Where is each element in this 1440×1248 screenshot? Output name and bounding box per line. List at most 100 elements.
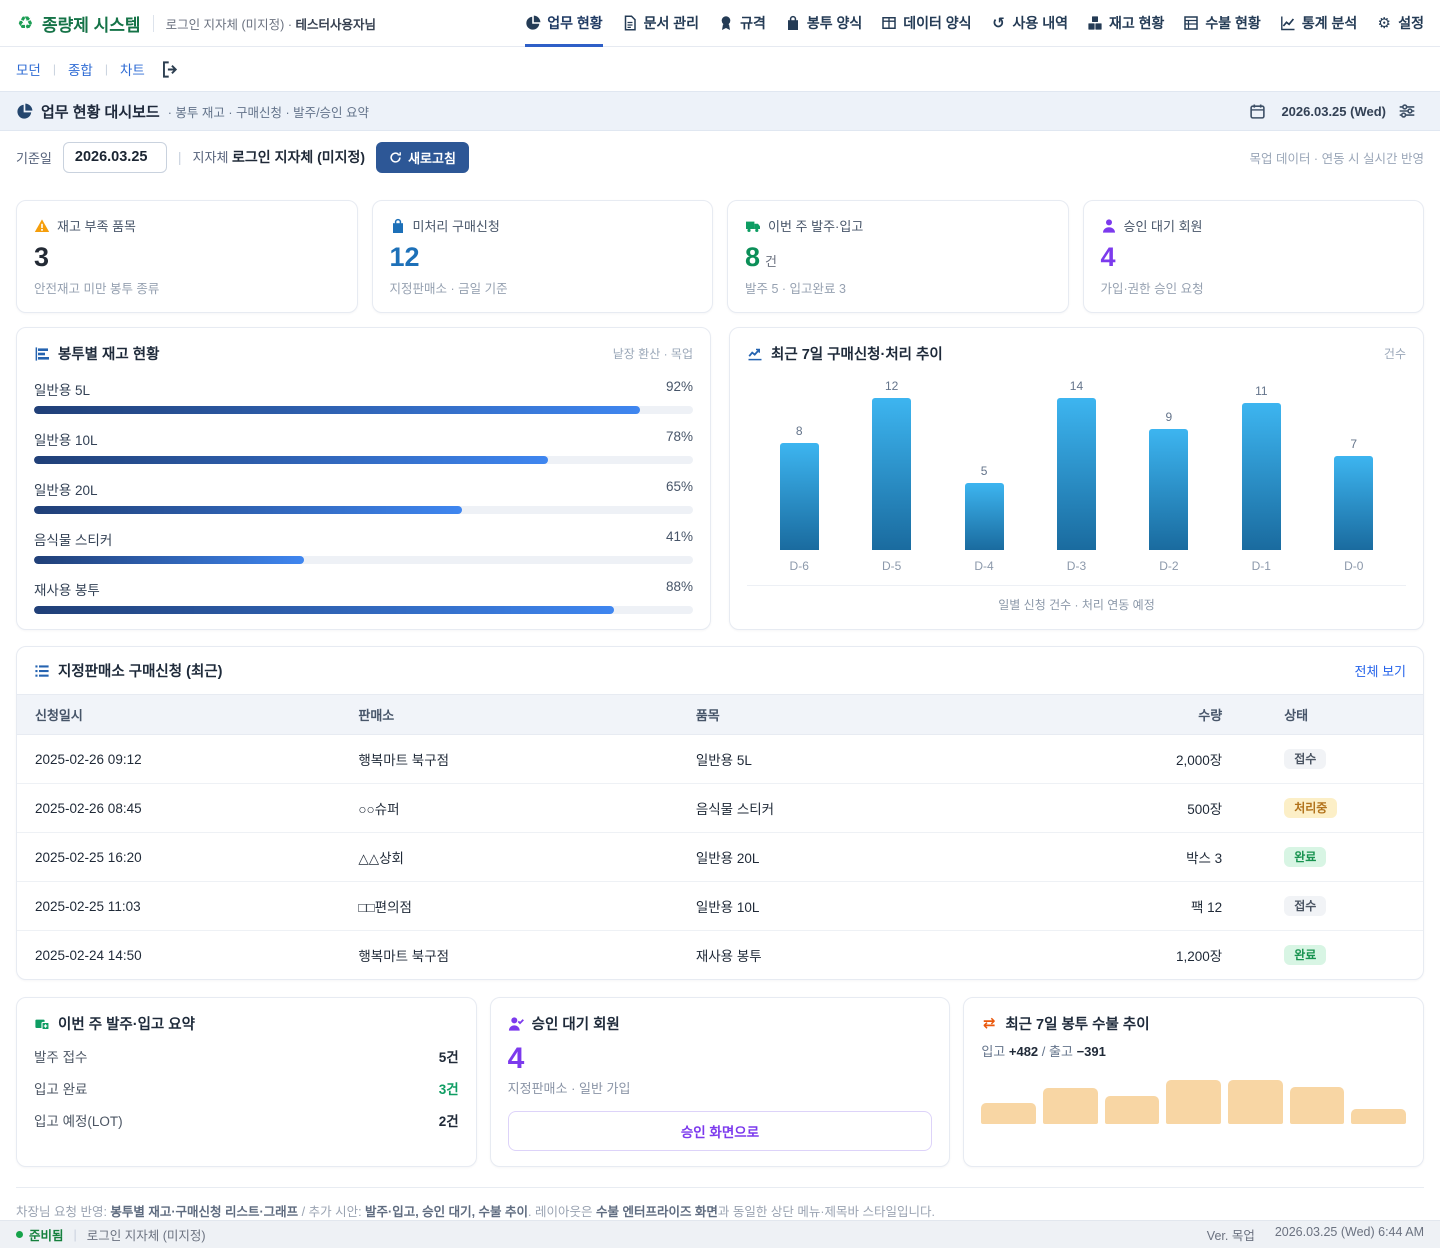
nav-item-label: 사용 내역 [1013,13,1068,33]
stock-fill [34,606,614,614]
kpi-card: 이번 주 발주·입고 8건 발주 5 · 입고완료 3 [727,200,1069,313]
refresh-button[interactable]: 새로고침 [376,142,469,173]
trend-bar [1334,456,1373,550]
kpi-card: 미처리 구매신청 12 지정판매소 · 금일 기준 [372,200,714,313]
nav-item-label: 통계 분석 [1302,13,1357,33]
trend-bar [965,483,1004,550]
table-row[interactable]: 2025-02-24 14:50 행복마트 북구점 재사용 봉투 1,200장 … [17,931,1423,980]
trend-line-icon [747,346,763,362]
nav-item[interactable]: 봉투 양식 [785,0,862,47]
flow-panel: ⇄ 최근 7일 봉투 수불 추이 입고 +482 / 출고 −391 [963,997,1424,1167]
calendar-icon [1249,103,1266,120]
version-label: Ver. 목업 [1207,1225,1255,1244]
kpi-desc: 지정판매소 · 금일 기준 [390,278,696,297]
data-grid-icon [881,15,897,31]
subnav-link-modern[interactable]: 모던 [16,59,41,79]
go-approval-button[interactable]: 승인 화면으로 [508,1111,933,1151]
hbar-chart-icon [34,346,50,362]
app-logo: ♻ 종량제 시스템 [16,11,141,36]
nav-item-label: 데이터 양식 [903,13,971,33]
stock-label: 일반용 20L [34,479,98,499]
statusbar-datetime: 2026.03.25 (Wed) 6:44 AM [1275,1225,1424,1244]
cell-store: 행복마트 북구점 [340,931,677,980]
trend-value-label: 5 [981,464,988,478]
subnav-separator: | [53,62,56,76]
cell-item: 재사용 봉투 [678,931,1058,980]
org-value: 로그인 지자체 (미지정) [232,149,365,165]
orders-summary-list: 발주 접수 5건 입고 완료 3건 입고 예정(LOT) 2건 [34,1046,459,1130]
base-date-input[interactable] [63,142,167,173]
stock-fill [34,506,462,514]
stock-percent: 88% [666,579,693,599]
trend-column: 12 D-5 [845,368,937,573]
titlebar-date: 2026.03.25 (Wed) [1249,103,1386,120]
outflow-value: −391 [1077,1044,1106,1059]
trend-day-label: D-1 [1252,559,1271,573]
stock-fill [34,556,304,564]
nav-item[interactable]: 재고 현황 [1087,0,1164,47]
stock-bar-row: 일반용 5L 92% [34,379,693,414]
summary-row: 입고 예정(LOT) 2건 [34,1110,459,1130]
subnav-separator: | [105,62,108,76]
stock-bar-row: 재사용 봉투 88% [34,579,693,614]
status-badge: 완료 [1284,847,1326,867]
table-row[interactable]: 2025-02-26 08:45 ○○슈퍼 음식물 스티커 500장 처리중 [17,784,1423,833]
nav-item-label: 재고 현황 [1109,13,1164,33]
filter-row: 기준일 | 지자체 로그인 지자체 (미지정) 새로고침 목업 데이터 · 연동… [0,131,1440,183]
nav-item[interactable]: 데이터 양식 [881,0,971,47]
trend-unit-label: 건수 [1384,345,1406,362]
mock-data-note: 목업 데이터 · 연동 시 실시간 반영 [1249,148,1424,167]
subnav-link-chart[interactable]: 차트 [120,59,145,79]
approval-panel: 승인 대기 회원 4 지정판매소 · 일반 가입 승인 화면으로 [490,997,951,1167]
approval-desc: 지정판매소 · 일반 가입 [508,1078,933,1097]
org-label: 지자체 로그인 지자체 (미지정) [193,147,366,167]
trend-value-label: 8 [796,424,803,438]
col-header-item: 품목 [678,695,1058,735]
kpi-value: 3 [34,242,49,272]
stock-bar-row: 음식물 스티커 41% [34,529,693,564]
requests-table: 신청일시 판매소 품목 수량 상태 2025-02-26 09:12 행복마트 … [17,694,1423,979]
cell-item: 일반용 10L [678,882,1058,931]
kpi-unit: 건 [765,254,777,269]
nav-item[interactable]: ⚙ 설정 [1376,0,1424,47]
view-all-link[interactable]: 전체 보기 [1355,661,1406,680]
summary-value: 5건 [439,1046,459,1066]
flow-summary: 입고 +482 / 출고 −391 [981,1041,1406,1060]
stats-icon [1280,15,1296,31]
table-row[interactable]: 2025-02-25 16:20 △△상회 일반용 20L 박스 3 완료 [17,833,1423,882]
nav-item[interactable]: 수불 현황 [1183,0,1260,47]
logout-icon[interactable] [161,60,180,79]
cell-qty: 팩 12 [1057,882,1240,931]
flow-bar [1290,1087,1345,1124]
trend-day-label: D-6 [790,559,809,573]
nav-item-label: 업무 현황 [547,13,602,33]
kpi-title: 재고 부족 품목 [57,216,136,235]
trend-day-label: D-2 [1159,559,1178,573]
cell-datetime: 2025-02-24 14:50 [17,931,340,980]
stock-fill [34,406,640,414]
cell-item: 일반용 20L [678,833,1058,882]
table-row[interactable]: 2025-02-26 09:12 행복마트 북구점 일반용 5L 2,000장 … [17,735,1423,784]
pie-chart-icon [525,15,541,31]
requests-table-panel: 지정판매소 구매신청 (최근) 전체 보기 신청일시 판매소 품목 수량 상태 … [16,646,1424,980]
nav-item[interactable]: 업무 현황 [525,0,602,47]
dashboard-titlebar: 업무 현황 대시보드 · 봉투 재고 · 구매신청 · 발주/승인 요약 202… [0,91,1440,131]
nav-item[interactable]: 규격 [718,0,766,47]
refresh-icon [389,151,402,164]
statusbar: 준비됨 | 로그인 지자체 (미지정) Ver. 목업 2026.03.25 (… [0,1220,1440,1248]
nav-item[interactable]: 문서 관리 [622,0,699,47]
flow-bar [1043,1088,1098,1124]
filter-sliders-icon[interactable] [1398,102,1416,120]
truck-icon [745,218,761,234]
summary-label: 발주 접수 [34,1046,87,1066]
stock-track [34,506,693,514]
person-icon [1101,218,1117,234]
subnav-link-summary[interactable]: 종합 [68,59,93,79]
summary-value: 2건 [439,1110,459,1130]
kpi-row: 재고 부족 품목 3 안전재고 미만 봉투 종류 미처리 구매신청 12 지정판… [16,200,1424,313]
nav-item[interactable]: ↺ 사용 내역 [991,0,1068,47]
cell-datetime: 2025-02-25 16:20 [17,833,340,882]
nav-item[interactable]: 통계 분석 [1280,0,1357,47]
table-row[interactable]: 2025-02-25 11:03 □□편의점 일반용 10L 팩 12 접수 [17,882,1423,931]
swap-arrows-icon: ⇄ [981,1016,997,1032]
